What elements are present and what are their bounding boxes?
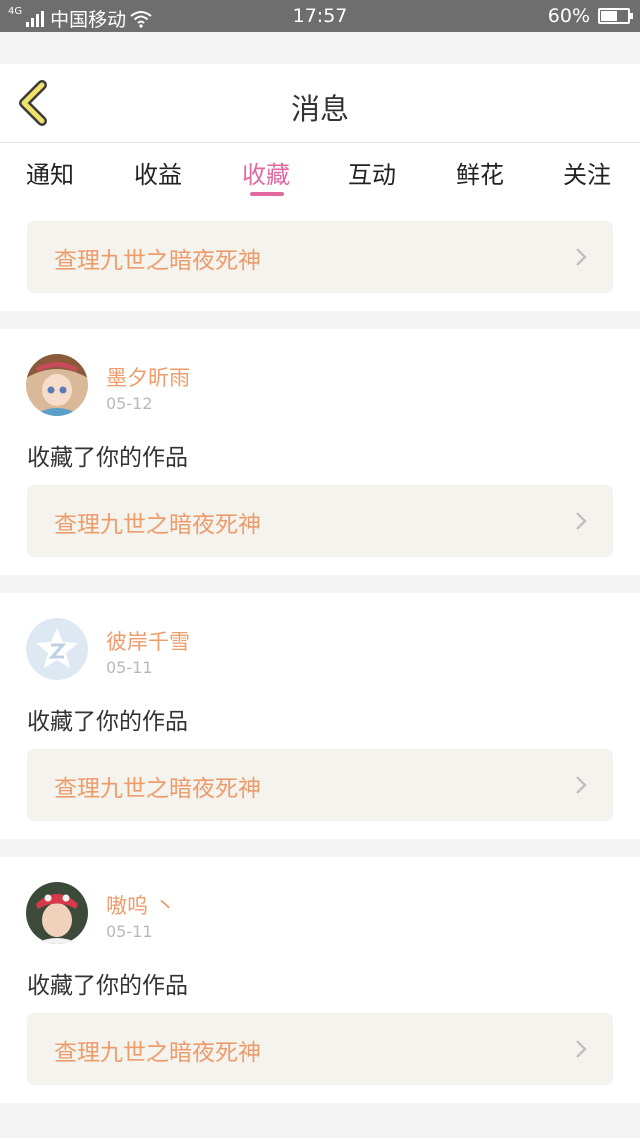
work-title: 查理九世之暗夜死神 (54, 776, 261, 802)
tab-following[interactable]: 关注 (563, 155, 611, 190)
message-date: 05-12 (106, 394, 153, 413)
page-title: 消息 (290, 92, 349, 126)
work-title: 查理九世之暗夜死神 (54, 248, 261, 274)
message-card: 嗷呜 丶 05-11 收藏了你的作品 查理九世之暗夜死神 (0, 857, 640, 1103)
message-date: 05-11 (106, 658, 153, 677)
chevron-right-icon (576, 248, 587, 266)
username[interactable]: 彼岸千雪 (106, 626, 190, 656)
battery-icon (598, 8, 633, 24)
message-date: 05-11 (106, 922, 153, 941)
work-link[interactable]: 查理九世之暗夜死神 (27, 749, 613, 821)
tab-flowers[interactable]: 鲜花 (456, 155, 504, 190)
username[interactable]: 嗷呜 丶 (106, 890, 176, 920)
work-link[interactable]: 查理九世之暗夜死神 (27, 1013, 613, 1085)
message-card: 墨夕昕雨 05-12 收藏了你的作品 查理九世之暗夜死神 (0, 329, 640, 575)
header: 消息 (0, 64, 640, 143)
status-time: 17:57 (292, 5, 348, 27)
tab-favorites[interactable]: 收藏 (242, 155, 290, 190)
tab-bar: 通知 收益 收藏 互动 鲜花 关注 (0, 143, 640, 207)
active-tab-indicator (250, 192, 284, 196)
work-title: 查理九世之暗夜死神 (54, 512, 261, 538)
message-card: 彼岸千雪 05-11 收藏了你的作品 查理九世之暗夜死神 (0, 593, 640, 839)
tab-earnings[interactable]: 收益 (134, 155, 182, 190)
work-link[interactable]: 查理九世之暗夜死神 (27, 221, 613, 293)
status-right: 60% (547, 5, 633, 27)
tab-notifications[interactable]: 通知 (26, 155, 74, 190)
work-title: 查理九世之暗夜死神 (54, 1040, 261, 1066)
username[interactable]: 墨夕昕雨 (106, 362, 190, 392)
action-text: 收藏了你的作品 (27, 973, 188, 999)
avatar[interactable] (26, 354, 88, 416)
avatar[interactable] (26, 882, 88, 944)
status-bar: 4G 中国移动 17:57 60% (0, 0, 640, 32)
chevron-right-icon (576, 776, 587, 794)
avatar[interactable] (26, 618, 88, 680)
chevron-right-icon (576, 1040, 587, 1058)
work-link[interactable]: 查理九世之暗夜死神 (27, 485, 613, 557)
tab-interactions[interactable]: 互动 (348, 155, 396, 190)
action-text: 收藏了你的作品 (27, 709, 188, 735)
chevron-right-icon (576, 512, 587, 530)
top-card: 查理九世之暗夜死神 (0, 207, 640, 311)
battery-percent: 60% (547, 5, 590, 27)
action-text: 收藏了你的作品 (27, 445, 188, 471)
